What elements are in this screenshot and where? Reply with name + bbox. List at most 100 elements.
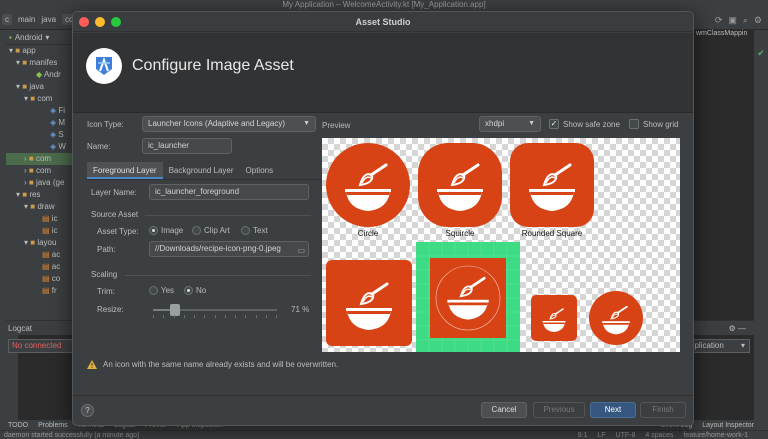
editor-tab[interactable]: wmClassMappin [694,30,747,42]
ide-window-title: My Application – WelcomeActivity.kt [My_… [0,0,768,10]
folder-icon: ■ [28,166,36,175]
asset-type-image-label: Image [161,226,184,235]
asset-type-clipart-radio[interactable]: Clip Art [192,226,230,235]
tree-item-label: ic [51,226,58,235]
resize-slider[interactable] [153,304,277,316]
device-manager-icon[interactable]: ▣ [728,15,737,26]
logcat-title: Logcat [8,323,33,333]
tab-foreground-layer[interactable]: Foreground Layer [87,162,163,179]
tree-item[interactable]: ▤ fr [6,285,72,297]
density-select[interactable]: xhdpi ▼ [479,116,541,132]
asset-type-text-label: Text [253,226,268,235]
tree-item[interactable]: ▾ ■ java [6,81,72,93]
preview-circle-icon [326,143,410,227]
tab-todo[interactable]: TODO [8,422,28,429]
tree-item[interactable]: › ■ com [6,153,72,165]
breadcrumb-item[interactable]: java [41,15,56,24]
icon-type-select[interactable]: Launcher Icons (Adaptive and Legacy) ▼ [142,116,316,132]
status-line-separator[interactable]: LF [597,432,605,439]
asset-type-image-radio[interactable]: Image [149,226,183,235]
preview-full-bleed-icon [416,242,520,352]
dialog-footer: ? Cancel Previous Next Finish [73,395,693,425]
page-title: Configure Image Asset [132,57,294,74]
section-divider [145,215,311,216]
dialog-titlebar: Asset Studio [73,12,693,32]
density-value: xhdpi [485,119,505,128]
tree-item[interactable]: ◈ S [6,129,72,141]
tree-item-label: Andr [43,70,61,79]
folder-icon[interactable]: ▭ [297,244,305,256]
tree-item[interactable]: ▤ ic [6,225,72,237]
trim-no-label: No [196,286,207,295]
search-icon[interactable]: ⌕ [743,15,748,26]
next-button[interactable]: Next [590,402,636,418]
preview-caption-squircle: Squircle [445,229,475,238]
tree-item[interactable]: ▤ co [6,273,72,285]
status-bar: daemon started successfully (a minute ag… [0,430,768,439]
tree-item[interactable]: ◈ M [6,117,72,129]
sync-icon[interactable]: ⟳ [715,15,723,26]
tree-item[interactable]: ▾ ■ draw [6,201,72,213]
tree-item[interactable]: ◈ Fi [6,105,72,117]
status-branch[interactable]: feature/home-work-1 [683,432,748,439]
settings-icon[interactable]: ⚙ [754,15,762,26]
tree-item[interactable]: ◆ Andr [6,69,72,81]
tree-item[interactable]: ▾ ■ res [6,189,72,201]
tree-item-label: com [35,166,52,175]
tree-item-label: com [37,94,53,103]
tree-item[interactable]: ◈ W [6,141,72,153]
settings-icon[interactable]: ⚙ [729,324,738,333]
tab-layout-inspector[interactable]: Layout Inspector [702,422,754,429]
resize-slider-ticks [153,315,277,318]
project-tree: ▾ ■ app ▾ ■ manifes ◆ Andr ▾ ■ java ▾ ■ … [6,45,72,297]
editor-area[interactable] [694,30,754,320]
tree-item[interactable]: ▾ ■ com [6,93,72,105]
preview-small-square-icon [531,295,577,341]
section-divider [125,275,311,276]
project-view-selector[interactable]: ▪ Android ▾ [6,30,72,45]
breadcrumb-item[interactable]: c [2,14,12,25]
previous-button[interactable]: Previous [533,402,585,418]
tab-problems[interactable]: Problems [38,422,68,429]
icon-type-label: Icon Type: [87,120,124,129]
tree-item[interactable]: ▾ ■ app [6,45,72,57]
show-grid-checkbox[interactable]: Show grid [629,119,679,129]
name-input[interactable]: ic_launcher [142,138,232,154]
minimize-icon[interactable]: — [738,324,746,333]
tree-item[interactable]: ▤ ic [6,213,72,225]
path-input[interactable]: //Downloads/recipe-icon-png-0.jpeg ▭ [149,241,309,257]
trim-no-radio[interactable]: No [184,286,206,295]
tree-item[interactable]: ▤ ac [6,249,72,261]
trim-yes-radio[interactable]: Yes [149,286,174,295]
status-caret[interactable]: 9:1 [578,432,588,439]
tree-item-label: com [35,154,52,163]
preview-square-icon [326,260,412,346]
show-safe-zone-label: Show safe zone [563,119,620,129]
cancel-button[interactable]: Cancel [481,402,527,418]
asset-type-text-radio[interactable]: Text [241,226,268,235]
layer-name-input[interactable]: ic_launcher_foreground [149,184,309,200]
chevron-down-icon: ▾ [45,32,50,42]
tree-item-label: co [51,274,61,283]
asset-type-clipart-label: Clip Art [204,226,230,235]
app-selector[interactable]: pplication ▾ [686,339,750,353]
tree-item[interactable]: › ■ java (ge [6,177,72,189]
show-safe-zone-checkbox[interactable]: ✓ Show safe zone [549,119,620,129]
finish-button[interactable]: Finish [640,402,686,418]
tree-item[interactable]: ▤ ac [6,261,72,273]
device-selector[interactable]: No connected [8,339,74,353]
asset-type-label: Asset Type: [97,227,139,236]
status-encoding[interactable]: UTF-8 [616,432,636,439]
tree-item[interactable]: › ■ com [6,165,72,177]
radio-icon [149,286,158,295]
radio-icon [192,226,201,235]
tree-item-label: fr [51,286,57,295]
tree-item[interactable]: ▾ ■ layou [6,237,72,249]
tab-background-layer[interactable]: Background Layer [163,162,240,179]
breadcrumb-item[interactable]: main [18,15,35,24]
help-button[interactable]: ? [81,404,94,417]
status-indent[interactable]: 4 spaces [645,432,673,439]
tree-item[interactable]: ▾ ■ manifes [6,57,72,69]
tab-options[interactable]: Options [240,162,280,179]
chevron-down-icon: ▼ [303,120,310,127]
